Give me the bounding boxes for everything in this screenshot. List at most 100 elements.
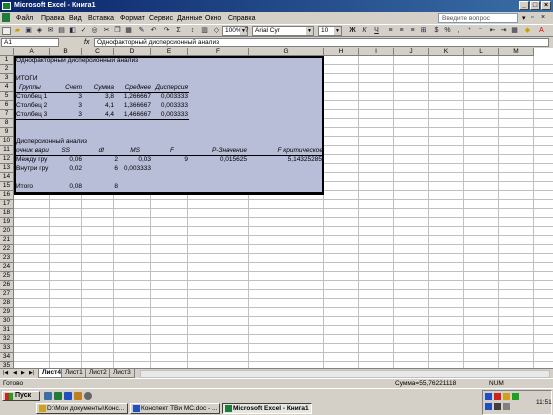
ask-question-input[interactable]: Введите вопрос [438, 13, 518, 23]
summary-sum[interactable]: 4,1 [83, 102, 114, 110]
column-header-a[interactable]: A [14, 48, 50, 56]
row-header-31[interactable]: 31 [0, 326, 14, 335]
row-header-9[interactable]: 9 [0, 128, 14, 137]
taskbar-excel-window[interactable]: Microsoft Excel - Книга1 [222, 403, 312, 414]
email-icon[interactable]: ✉ [46, 27, 55, 35]
column-header-k[interactable]: K [429, 48, 464, 56]
summary-header-sum[interactable]: Сумма [83, 84, 114, 92]
format-painter-icon[interactable]: ✎ [137, 27, 146, 35]
show-desktop-icon[interactable] [44, 392, 52, 400]
spelling-icon[interactable]: ✓ [79, 27, 88, 35]
anova-ss[interactable]: 0,02 [50, 165, 82, 173]
row-header-25[interactable]: 25 [0, 272, 14, 281]
row-header-15[interactable]: 15 [0, 182, 14, 191]
summary-variance[interactable]: 0,003333 [152, 93, 188, 101]
select-all-corner[interactable] [0, 48, 14, 56]
row-header-30[interactable]: 30 [0, 317, 14, 326]
open-folder-icon[interactable]: ▰ [13, 27, 22, 35]
column-header-d[interactable]: D [114, 48, 151, 56]
bold-button[interactable]: Ж [348, 27, 357, 35]
tab-sheet2[interactable]: Лист2 [85, 369, 111, 378]
summary-mean[interactable]: 1,466667 [115, 111, 151, 119]
name-box[interactable]: A1 [1, 38, 59, 47]
summary-header-count[interactable]: Счет [50, 84, 82, 92]
summary-header-variance[interactable]: Дисперсия [152, 84, 188, 92]
underline-button[interactable]: Ч [372, 27, 381, 35]
anova-total-label[interactable]: Итого [16, 183, 50, 191]
tab-sheet1[interactable]: Лист1 [61, 369, 87, 378]
menu-window[interactable]: Окно [205, 14, 221, 23]
row-header-19[interactable]: 19 [0, 218, 14, 227]
research-icon[interactable]: ◎ [90, 27, 99, 35]
anova-p-value[interactable]: 0,015625 [189, 156, 247, 164]
summary-variance[interactable]: 0,003333 [152, 111, 188, 119]
row-header-29[interactable]: 29 [0, 308, 14, 317]
fill-color-icon[interactable]: ◆ [523, 27, 532, 35]
font-color-icon[interactable]: A [537, 27, 546, 35]
save-icon[interactable]: ▣ [24, 27, 33, 35]
copy-icon[interactable]: ❐ [113, 27, 122, 35]
row-header-1[interactable]: 1 [0, 56, 14, 65]
close-workbook-icon[interactable]: × [541, 14, 545, 21]
font-name-select[interactable]: Arial Cyr ▼ [252, 26, 314, 36]
decrease-decimal-icon[interactable]: ⁻ [476, 27, 485, 35]
tray-monitor-icon[interactable] [494, 403, 501, 410]
row-header-27[interactable]: 27 [0, 290, 14, 299]
row-header-4[interactable]: 4 [0, 83, 14, 92]
anova-header-ss[interactable]: SS [50, 147, 70, 155]
percent-icon[interactable]: % [443, 27, 452, 35]
language-icon[interactable] [485, 393, 492, 400]
summary-mean[interactable]: 1,266667 [115, 93, 151, 101]
worksheet-grid[interactable]: ABCDEFGHIJKLM 1 2 3 4 5 6 7 8 9 10 11 12 13 14 15 16 17 1… [0, 48, 553, 368]
font-size-select[interactable]: 10 ▼ [318, 26, 342, 36]
antivirus-icon[interactable] [494, 393, 501, 400]
anova-f[interactable]: 9 [152, 156, 188, 164]
column-header-h[interactable]: H [324, 48, 359, 56]
summary-count[interactable]: 3 [50, 93, 82, 101]
anova-df[interactable]: 6 [83, 165, 118, 173]
summary-group-name[interactable]: Столбец 3 [16, 111, 50, 119]
paste-icon[interactable]: ▦ [124, 27, 133, 35]
comma-style-icon[interactable]: , [454, 27, 463, 35]
maximize-button[interactable]: □ [530, 1, 540, 10]
anova-source[interactable]: Внутри гру [16, 165, 50, 173]
anova-df[interactable]: 2 [83, 156, 118, 164]
summary-group-name[interactable]: Столбец 2 [16, 102, 50, 110]
word-quicklaunch-icon[interactable] [64, 392, 72, 400]
summary-header-groups[interactable]: Группы [19, 84, 47, 92]
close-button[interactable]: × [541, 1, 551, 10]
tray-app-icon[interactable] [485, 403, 492, 410]
column-header-m[interactable]: M [499, 48, 534, 56]
menu-format[interactable]: Формат [120, 14, 145, 23]
column-header-j[interactable]: J [394, 48, 429, 56]
row-header-11[interactable]: 11 [0, 146, 14, 155]
cell-a10[interactable]: Дисперсионный анализ [16, 138, 87, 146]
row-header-33[interactable]: 33 [0, 344, 14, 353]
row-header-26[interactable]: 26 [0, 281, 14, 290]
explorer-quicklaunch-icon[interactable] [74, 392, 82, 400]
summary-sum[interactable]: 4,4 [83, 111, 114, 119]
cut-icon[interactable]: ✂ [102, 27, 111, 35]
column-header-f[interactable]: F [188, 48, 249, 56]
sort-ascending-icon[interactable]: ↕ [188, 27, 197, 35]
summary-sum[interactable]: 3,8 [83, 93, 114, 101]
horizontal-scrollbar[interactable] [140, 370, 550, 378]
excel-quicklaunch-icon[interactable] [54, 392, 62, 400]
row-header-3[interactable]: 3 [0, 74, 14, 83]
row-header-5[interactable]: 5 [0, 92, 14, 101]
row-header-12[interactable]: 12 [0, 155, 14, 164]
cell-a1[interactable]: Однофакторный дисперсионный анализ [16, 57, 138, 65]
autosum-icon[interactable]: Σ [174, 27, 183, 35]
taskbar-word-window[interactable]: Конспект ТВи МС.doc - ... [130, 403, 220, 414]
row-header-10[interactable]: 10 [0, 137, 14, 146]
anova-header-df[interactable]: df [83, 147, 104, 155]
print-icon[interactable]: ▤ [57, 27, 66, 35]
row-header-32[interactable]: 32 [0, 335, 14, 344]
next-sheet-icon[interactable]: ▶ [21, 370, 25, 377]
align-right-icon[interactable]: ≡ [408, 27, 417, 35]
column-header-e[interactable]: E [151, 48, 188, 56]
row-header-20[interactable]: 20 [0, 227, 14, 236]
network-icon[interactable] [512, 393, 519, 400]
row-header-17[interactable]: 17 [0, 200, 14, 209]
selected-range[interactable] [14, 56, 324, 195]
